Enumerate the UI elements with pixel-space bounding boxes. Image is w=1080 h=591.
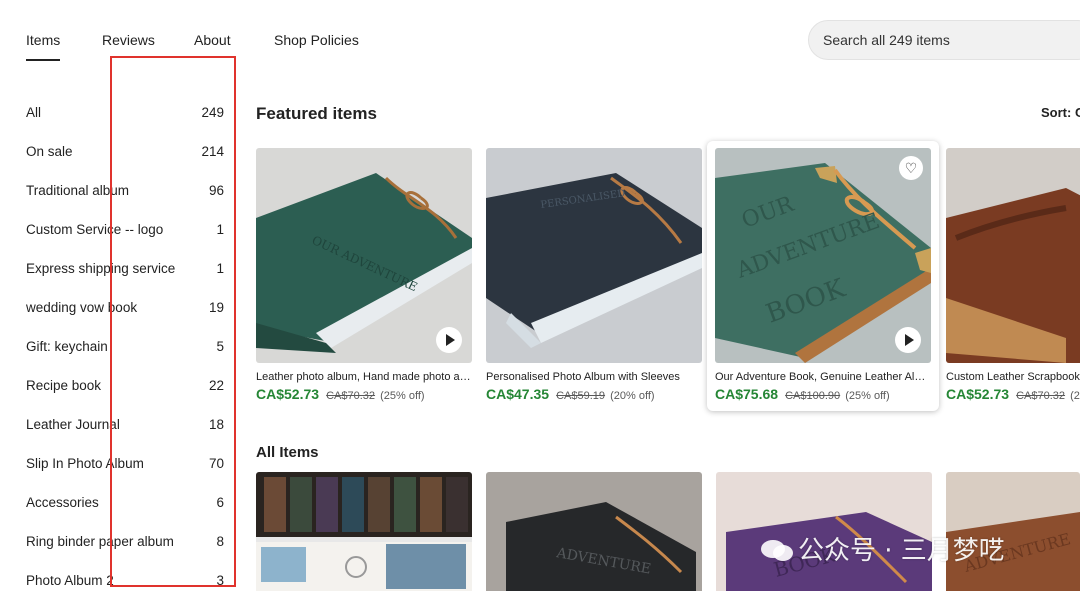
category-count: 96 xyxy=(208,182,224,198)
category-count: 1 xyxy=(216,260,224,276)
category-count: 70 xyxy=(208,455,224,471)
play-video-icon[interactable] xyxy=(436,327,462,353)
category-count: 8 xyxy=(216,533,224,549)
product-title[interactable]: Our Adventure Book, Genuine Leather Albu… xyxy=(715,371,931,383)
category-label: wedding vow book xyxy=(26,299,138,315)
category-all[interactable]: All 249 xyxy=(26,100,224,124)
category-count: 18 xyxy=(208,416,224,432)
sale-price: CA$52.73 xyxy=(946,386,1010,402)
product-image[interactable]: ADVENTURE xyxy=(946,472,1080,591)
category-count: 5 xyxy=(216,338,224,354)
featured-item-card-hovered[interactable]: OUR ADVENTURE BOOK ♡ Our Adventure Book,… xyxy=(707,141,939,411)
all-items-title: All Items xyxy=(256,444,319,461)
category-label: Photo Album 2 xyxy=(26,572,114,588)
category-on-sale[interactable]: On sale 214 xyxy=(26,139,224,163)
search-box[interactable] xyxy=(808,20,1080,60)
category-custom-service-logo[interactable]: Custom Service -- logo 1 xyxy=(26,217,224,241)
category-label: All xyxy=(26,104,42,120)
category-express-shipping[interactable]: Express shipping service 1 xyxy=(26,256,224,280)
item-card[interactable] xyxy=(256,472,472,591)
discount-label: (25% off) xyxy=(845,390,890,402)
category-accessories[interactable]: Accessories 6 xyxy=(26,490,224,514)
product-image[interactable]: OUR ADVENTURE xyxy=(256,148,472,363)
category-label: On sale xyxy=(26,143,73,159)
category-ring-binder-paper-album[interactable]: Ring binder paper album 8 xyxy=(26,529,224,553)
product-image[interactable]: BOOK xyxy=(716,472,932,591)
price-row: CA$52.73 CA$70.32 (25% off) xyxy=(946,386,1080,402)
search-input[interactable] xyxy=(823,32,1063,48)
category-count: 19 xyxy=(208,299,224,315)
category-gift-keychain[interactable]: Gift: keychain 5 xyxy=(26,334,224,358)
shop-nav: Items Reviews About Shop Policies xyxy=(0,0,1080,80)
category-recipe-book[interactable]: Recipe book 22 xyxy=(26,373,224,397)
original-price: CA$100.90 xyxy=(785,390,841,402)
category-count: 22 xyxy=(208,377,224,393)
category-label: Traditional album xyxy=(26,182,130,198)
category-leather-journal[interactable]: Leather Journal 18 xyxy=(26,412,224,436)
category-count: 6 xyxy=(216,494,224,510)
price-row: CA$75.68 CA$100.90 (25% off) xyxy=(715,386,890,402)
sale-price: CA$47.35 xyxy=(486,386,550,402)
item-card[interactable]: ADVENTURE xyxy=(946,472,1080,591)
discount-label: (25% off) xyxy=(1070,390,1080,402)
category-wedding-vow-book[interactable]: wedding vow book 19 xyxy=(26,295,224,319)
tab-about[interactable]: About xyxy=(194,32,231,48)
product-image[interactable] xyxy=(946,148,1080,363)
category-label: Accessories xyxy=(26,494,99,510)
original-price: CA$70.32 xyxy=(1016,390,1066,402)
category-label: Ring binder paper album xyxy=(26,533,174,549)
favorite-heart-icon[interactable]: ♡ xyxy=(899,156,923,180)
sale-price: CA$75.68 xyxy=(715,386,779,402)
category-count: 214 xyxy=(201,143,224,159)
category-count: 3 xyxy=(216,572,224,588)
price-row: CA$52.73 CA$70.32 (25% off) xyxy=(256,386,425,402)
product-image[interactable]: ADVENTURE xyxy=(486,472,702,591)
sort-dropdown[interactable]: Sort: C xyxy=(1041,105,1080,120)
original-price: CA$70.32 xyxy=(326,390,376,402)
product-image[interactable]: PERSONALISED xyxy=(486,148,702,363)
price-row: CA$47.35 CA$59.19 (20% off) xyxy=(486,386,655,402)
product-image[interactable] xyxy=(256,472,472,591)
category-label: Slip In Photo Album xyxy=(26,455,144,471)
category-slip-in-photo-album[interactable]: Slip In Photo Album 70 xyxy=(26,451,224,475)
category-traditional-album[interactable]: Traditional album 96 xyxy=(26,178,224,202)
item-card[interactable]: BOOK xyxy=(716,472,932,591)
category-photo-album-2[interactable]: Photo Album 2 3 xyxy=(26,568,224,591)
category-label: Express shipping service xyxy=(26,260,176,276)
product-title[interactable]: Leather photo album, Hand made photo alb… xyxy=(256,371,472,383)
category-label: Custom Service -- logo xyxy=(26,221,164,237)
featured-item-card[interactable]: Custom Leather Scrapbook CA$52.73 CA$70.… xyxy=(946,148,1080,408)
category-label: Leather Journal xyxy=(26,416,120,432)
sale-price: CA$52.73 xyxy=(256,386,320,402)
play-video-icon[interactable] xyxy=(895,327,921,353)
tab-shop-policies[interactable]: Shop Policies xyxy=(274,32,359,48)
discount-label: (25% off) xyxy=(380,390,425,402)
product-title[interactable]: Personalised Photo Album with Sleeves xyxy=(486,371,702,383)
original-price: CA$59.19 xyxy=(556,390,606,402)
product-image[interactable]: OUR ADVENTURE BOOK ♡ xyxy=(715,148,931,363)
category-label: Recipe book xyxy=(26,377,102,393)
tab-reviews[interactable]: Reviews xyxy=(102,32,155,48)
discount-label: (20% off) xyxy=(610,390,655,402)
tab-items[interactable]: Items xyxy=(26,32,61,61)
item-card[interactable]: ADVENTURE xyxy=(486,472,702,591)
category-count: 249 xyxy=(201,104,224,120)
featured-items-title: Featured items xyxy=(256,104,377,123)
category-label: Gift: keychain xyxy=(26,338,108,354)
product-title[interactable]: Custom Leather Scrapbook xyxy=(946,371,1080,383)
category-count: 1 xyxy=(216,221,224,237)
